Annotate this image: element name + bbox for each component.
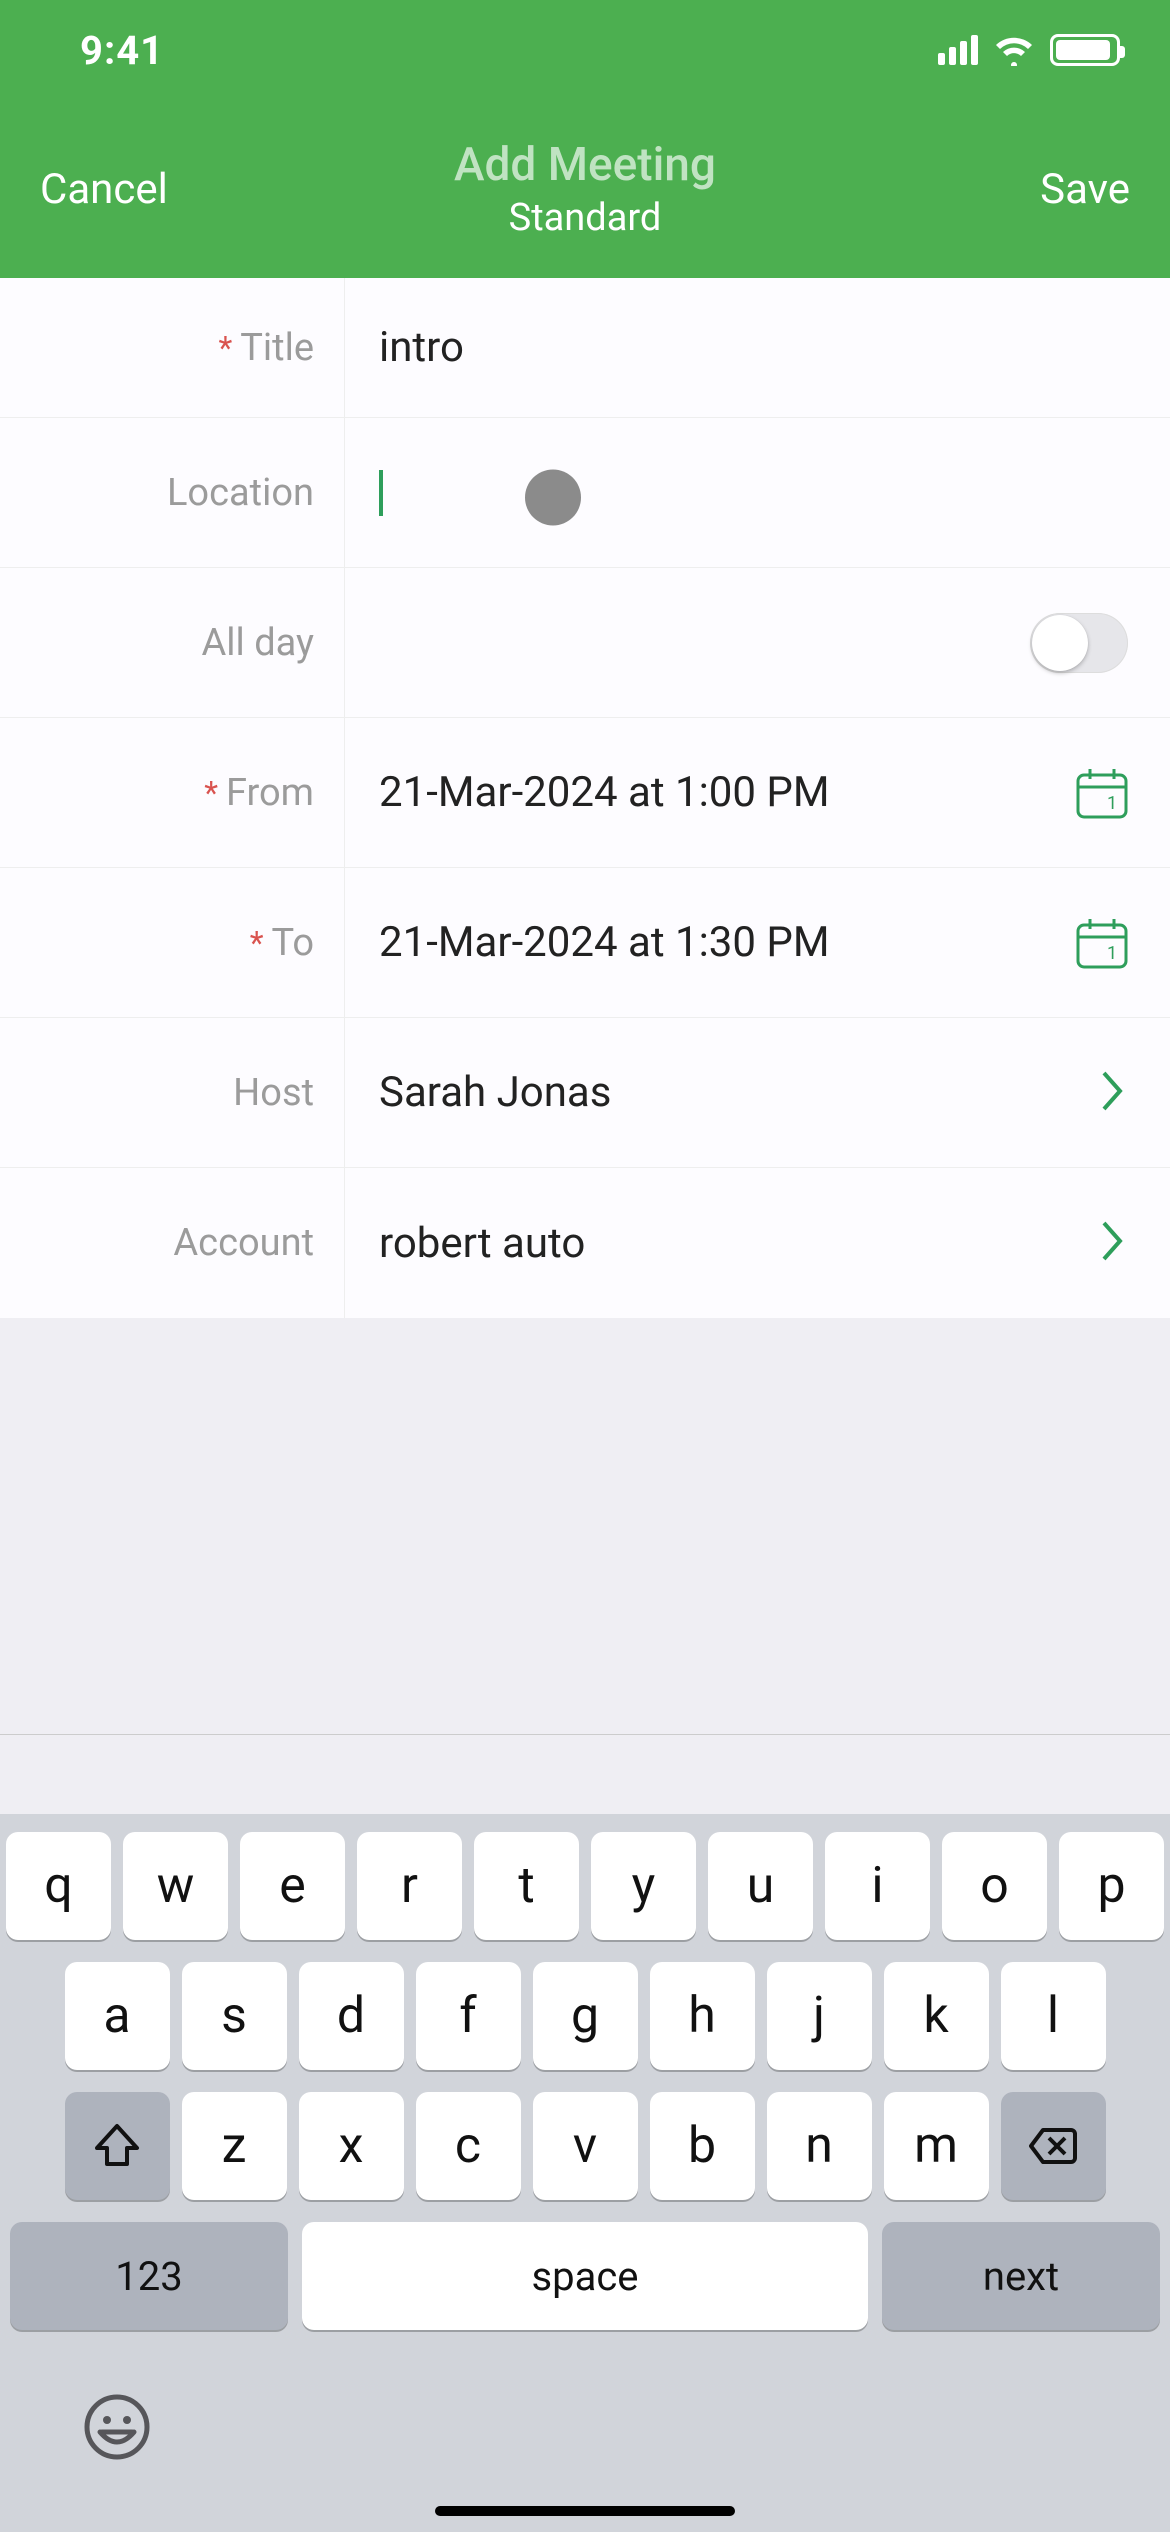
calendar-icon[interactable]: 1 [1074, 765, 1130, 821]
key-r[interactable]: r [357, 1832, 462, 1940]
host-label: Host [233, 1071, 314, 1115]
key-t[interactable]: t [474, 1832, 579, 1940]
key-p[interactable]: p [1059, 1832, 1164, 1940]
keyboard-row-3: zxcvbnm [10, 2092, 1160, 2200]
location-label: Location [167, 471, 314, 515]
key-y[interactable]: y [591, 1832, 696, 1940]
space-key[interactable]: space [302, 2222, 868, 2330]
battery-icon [1050, 34, 1120, 66]
location-field[interactable] [345, 418, 1170, 567]
nav-bar: Cancel Add Meeting Standard Save [0, 100, 1170, 278]
status-bar: 9:41 [0, 0, 1170, 100]
required-mark: * [204, 774, 218, 812]
label-account: Account [0, 1168, 345, 1318]
key-i[interactable]: i [825, 1832, 930, 1940]
cancel-button[interactable]: Cancel [40, 165, 168, 214]
label-location: Location [0, 418, 345, 567]
key-g[interactable]: g [533, 1962, 638, 2070]
to-label: To [271, 921, 314, 965]
account-field[interactable]: robert auto [345, 1168, 1170, 1318]
account-value: robert auto [379, 1219, 585, 1268]
key-a[interactable]: a [65, 1962, 170, 2070]
key-v[interactable]: v [533, 2092, 638, 2200]
key-u[interactable]: u [708, 1832, 813, 1940]
home-indicator[interactable] [435, 2506, 735, 2516]
key-b[interactable]: b [650, 2092, 755, 2200]
keyboard-bottom-row [10, 2352, 1160, 2502]
svg-text:1: 1 [1107, 793, 1117, 814]
backspace-key[interactable] [1001, 2092, 1106, 2200]
status-icons [938, 34, 1120, 66]
key-h[interactable]: h [650, 1962, 755, 2070]
row-allday: All day [0, 568, 1170, 718]
page-title: Add Meeting [0, 138, 1170, 192]
allday-field [345, 568, 1170, 717]
host-value: Sarah Jonas [379, 1068, 611, 1117]
key-q[interactable]: q [6, 1832, 111, 1940]
key-x[interactable]: x [299, 2092, 404, 2200]
key-f[interactable]: f [416, 1962, 521, 2070]
label-host: Host [0, 1018, 345, 1167]
wifi-icon [992, 34, 1036, 66]
keyboard-area: qwertyuiop asdfghjkl zxcvbnm 123 space n… [0, 1734, 1170, 2532]
row-from: * From 21-Mar-2024 at 1:00 PM 1 [0, 718, 1170, 868]
save-button[interactable]: Save [1040, 165, 1130, 214]
from-label: From [226, 771, 314, 815]
keyboard-row-1: qwertyuiop [10, 1832, 1160, 1940]
title-label: Title [240, 326, 314, 370]
key-e[interactable]: e [240, 1832, 345, 1940]
next-key[interactable]: next [882, 2222, 1160, 2330]
keyboard-row-4: 123 space next [10, 2222, 1160, 2330]
title-value: intro [379, 323, 464, 372]
row-host: Host Sarah Jonas [0, 1018, 1170, 1168]
touch-indicator [525, 469, 581, 525]
required-mark: * [250, 924, 264, 962]
page-subtitle: Standard [0, 196, 1170, 240]
chevron-right-icon [1100, 1219, 1126, 1267]
label-allday: All day [0, 568, 345, 717]
from-field[interactable]: 21-Mar-2024 at 1:00 PM 1 [345, 718, 1170, 867]
text-caret [379, 470, 383, 516]
key-m[interactable]: m [884, 2092, 989, 2200]
shift-key[interactable] [65, 2092, 170, 2200]
row-account: Account robert auto [0, 1168, 1170, 1318]
key-s[interactable]: s [182, 1962, 287, 2070]
from-value: 21-Mar-2024 at 1:00 PM [379, 768, 830, 817]
row-title: * Title intro [0, 278, 1170, 418]
row-location: Location [0, 418, 1170, 568]
title-field[interactable]: intro [345, 278, 1170, 417]
keyboard-row-2: asdfghjkl [10, 1962, 1160, 2070]
status-time: 9:41 [80, 27, 164, 74]
allday-label: All day [202, 621, 315, 665]
host-field[interactable]: Sarah Jonas [345, 1018, 1170, 1167]
label-title: * Title [0, 278, 345, 417]
key-w[interactable]: w [123, 1832, 228, 1940]
label-from: * From [0, 718, 345, 867]
label-to: * To [0, 868, 345, 1017]
numbers-key[interactable]: 123 [10, 2222, 288, 2330]
nav-title-wrap: Add Meeting Standard [0, 138, 1170, 240]
required-mark: * [218, 329, 232, 367]
key-d[interactable]: d [299, 1962, 404, 2070]
key-o[interactable]: o [942, 1832, 1047, 1940]
key-n[interactable]: n [767, 2092, 872, 2200]
meeting-form: * Title intro Location All day * From 2 [0, 278, 1170, 1318]
allday-toggle[interactable] [1030, 613, 1128, 673]
keyboard: qwertyuiop asdfghjkl zxcvbnm 123 space n… [0, 1814, 1170, 2532]
cellular-icon [938, 35, 978, 65]
to-field[interactable]: 21-Mar-2024 at 1:30 PM 1 [345, 868, 1170, 1017]
chevron-right-icon [1100, 1069, 1126, 1117]
key-c[interactable]: c [416, 2092, 521, 2200]
svg-text:1: 1 [1107, 943, 1117, 964]
key-j[interactable]: j [767, 1962, 872, 2070]
key-z[interactable]: z [182, 2092, 287, 2200]
emoji-icon[interactable] [82, 2392, 152, 2462]
keyboard-accessory-bar [0, 1734, 1170, 1814]
calendar-icon[interactable]: 1 [1074, 915, 1130, 971]
to-value: 21-Mar-2024 at 1:30 PM [379, 918, 830, 967]
key-k[interactable]: k [884, 1962, 989, 2070]
key-l[interactable]: l [1001, 1962, 1106, 2070]
row-to: * To 21-Mar-2024 at 1:30 PM 1 [0, 868, 1170, 1018]
account-label: Account [173, 1221, 314, 1265]
